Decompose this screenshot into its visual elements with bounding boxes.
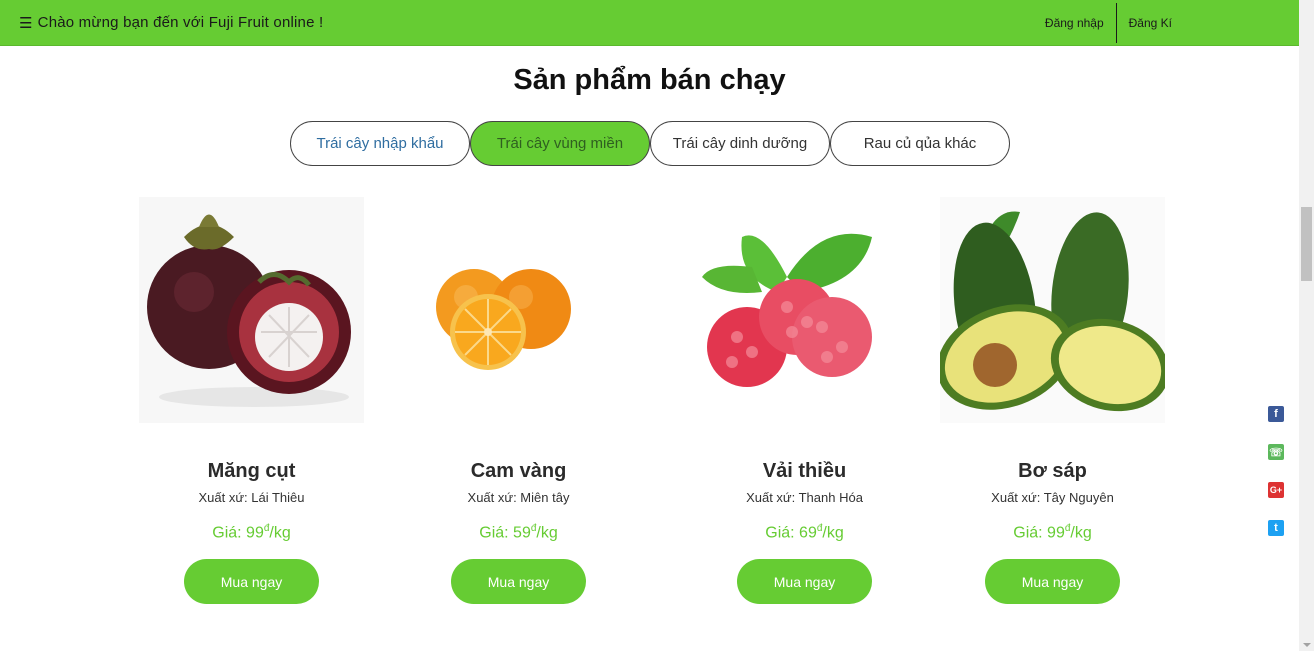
- buy-now-button[interactable]: Mua ngay: [737, 559, 872, 605]
- product-card: Măng cụt Xuất xứ: Lái Thiêu Giá: 99đ/kg …: [139, 197, 364, 605]
- menu-icon[interactable]: ☰: [19, 14, 33, 32]
- google-plus-icon[interactable]: G+: [1268, 482, 1284, 498]
- product-card: Bơ sáp Xuất xứ: Tây Nguyên Giá: 99đ/kg M…: [937, 197, 1170, 605]
- social-sidebar: f ☏ G+ t: [1268, 406, 1284, 536]
- buy-now-button[interactable]: Mua ngay: [985, 559, 1120, 605]
- product-grid: Măng cụt Xuất xứ: Lái Thiêu Giá: 99đ/kg …: [139, 197, 1170, 617]
- buy-now-button[interactable]: Mua ngay: [451, 559, 586, 605]
- top-bar: ☰ Chào mừng bạn đến với Fuji Fruit onlin…: [0, 0, 1299, 46]
- facebook-icon[interactable]: f: [1268, 406, 1284, 422]
- mangosteen-image[interactable]: [139, 197, 364, 423]
- scrollbar-thumb[interactable]: [1301, 207, 1312, 281]
- product-name: Bơ sáp: [1018, 460, 1087, 482]
- raspberry-image[interactable]: [692, 197, 917, 423]
- product-price: Giá: 99đ/kg: [212, 523, 291, 542]
- product-card: Vải thiều Xuất xứ: Thanh Hóa Giá: 69đ/kg…: [692, 197, 917, 605]
- product-price: Giá: 99đ/kg: [1013, 523, 1092, 542]
- tab-imported-fruit[interactable]: Trái cây nhập khẩu: [290, 121, 470, 166]
- product-card: Cam vàng Xuất xứ: Miên tây Giá: 59đ/kg M…: [406, 197, 631, 605]
- orange-image[interactable]: [406, 197, 631, 423]
- section-title: Sản phẩm bán chạy: [513, 64, 786, 96]
- product-origin: Xuất xứ: Thanh Hóa: [746, 490, 863, 505]
- phone-icon[interactable]: ☏: [1268, 444, 1284, 460]
- register-link[interactable]: Đăng Kí: [1117, 3, 1184, 43]
- avocado-image[interactable]: [937, 197, 1170, 423]
- welcome-message: ☰ Chào mừng bạn đến với Fuji Fruit onlin…: [19, 14, 323, 32]
- login-link[interactable]: Đăng nhập: [1033, 3, 1116, 43]
- tab-other-vegetables[interactable]: Rau củ qủa khác: [830, 121, 1010, 166]
- buy-now-button[interactable]: Mua ngay: [184, 559, 319, 605]
- product-price: Giá: 59đ/kg: [479, 523, 558, 542]
- tab-regional-fruit[interactable]: Trái cây vùng miền: [470, 121, 650, 166]
- product-name: Măng cụt: [207, 460, 296, 482]
- tab-nutritious-fruit[interactable]: Trái cây dinh dưỡng: [650, 121, 830, 166]
- welcome-text: Chào mừng bạn đến với Fuji Fruit online …: [37, 14, 324, 31]
- product-origin: Xuất xứ: Tây Nguyên: [991, 490, 1114, 505]
- page-scrollbar[interactable]: [1299, 0, 1314, 651]
- scroll-down-arrow-icon[interactable]: [1303, 643, 1311, 647]
- product-name: Cam vàng: [470, 460, 567, 482]
- product-origin: Xuất xứ: Lái Thiêu: [198, 490, 305, 505]
- product-origin: Xuất xứ: Miên tây: [467, 490, 570, 505]
- product-price: Giá: 69đ/kg: [765, 523, 844, 542]
- product-name: Vải thiều: [762, 460, 847, 482]
- auth-links: Đăng nhập Đăng Kí: [1033, 0, 1184, 46]
- twitter-icon[interactable]: t: [1268, 520, 1284, 536]
- category-tabs: Trái cây nhập khẩu Trái cây vùng miền Tr…: [290, 121, 1010, 166]
